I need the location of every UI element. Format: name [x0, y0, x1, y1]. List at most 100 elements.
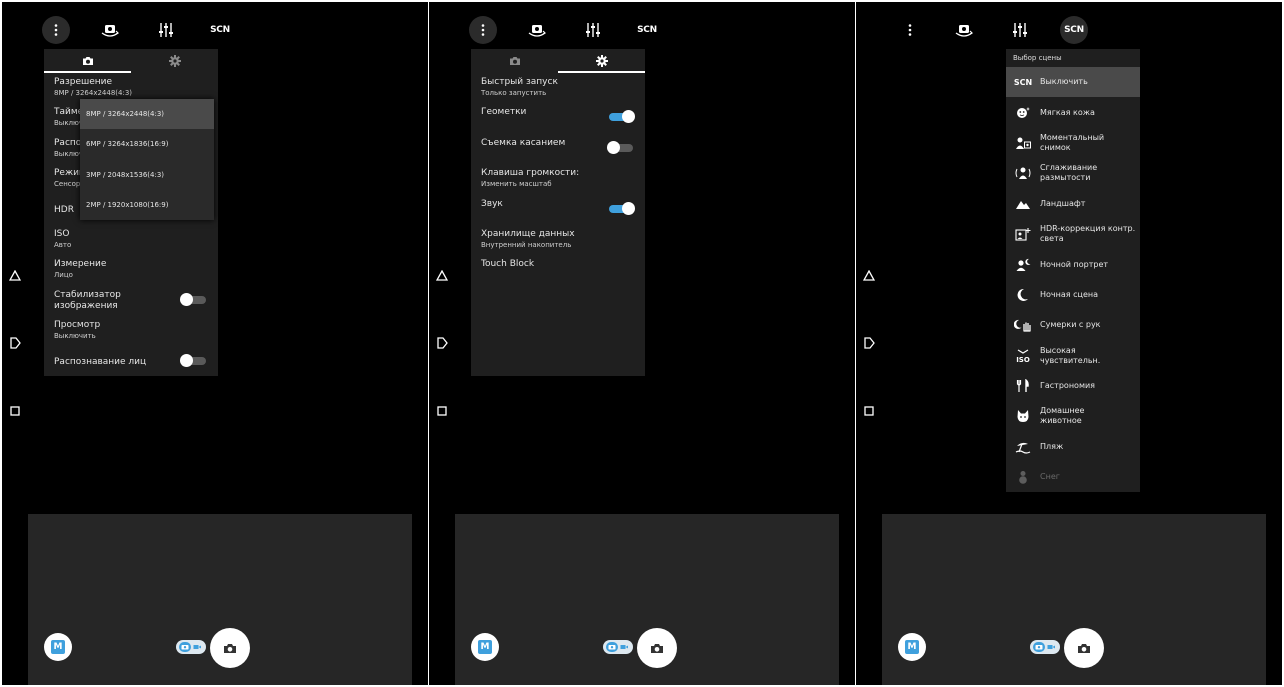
- nav-recents-button[interactable]: [8, 404, 22, 418]
- more-vertical-icon: [481, 24, 485, 36]
- sound-toggle[interactable]: [609, 201, 635, 215]
- resolution-option[interactable]: 3MP / 2048x1536(4:3): [80, 160, 214, 190]
- scene-item-handheld-twilight[interactable]: Сумерки с рук: [1006, 310, 1140, 340]
- tab-general-settings[interactable]: [558, 49, 645, 73]
- setting-metering[interactable]: Измерение Лицо: [44, 255, 218, 285]
- more-options-button[interactable]: [469, 16, 497, 44]
- camera-shutter-icon: [1078, 643, 1090, 653]
- adjust-settings-button[interactable]: [1006, 16, 1034, 44]
- tab-camera-settings[interactable]: [471, 49, 558, 73]
- resolution-option[interactable]: 2MP / 1920x1080(16:9): [80, 190, 214, 220]
- setting-preview[interactable]: Просмотр Выключить: [44, 316, 218, 346]
- camera-icon: [82, 57, 93, 65]
- bottom-controls: M: [28, 514, 412, 685]
- setting-volume-key[interactable]: Клавиша громкости: Изменить масштаб: [471, 164, 645, 194]
- scene-button[interactable]: SCN: [633, 16, 661, 44]
- manual-mode-icon: M: [478, 640, 492, 654]
- video-mode-icon: [620, 645, 628, 649]
- setting-data-storage[interactable]: Хранилище данных Внутренний накопитель: [471, 225, 645, 255]
- scene-item-pet[interactable]: Домашнее животное: [1006, 401, 1140, 431]
- tab-camera-settings[interactable]: [44, 49, 131, 73]
- high-sensitivity-icon: ISO: [1014, 347, 1032, 365]
- setting-sound[interactable]: Звук: [471, 195, 645, 225]
- setting-quick-launch[interactable]: Быстрый запуск Только запустить: [471, 73, 645, 103]
- pet-icon: [1014, 407, 1032, 425]
- photo-video-switch[interactable]: [176, 640, 206, 654]
- scene-item-gourmet[interactable]: Гастрономия: [1006, 371, 1140, 401]
- nav-back-button[interactable]: [435, 268, 449, 282]
- nav-home-button[interactable]: [862, 336, 876, 350]
- scene-button[interactable]: SCN: [1060, 16, 1088, 44]
- setting-image-stabilizer[interactable]: Стабилизатор изображения: [44, 286, 218, 316]
- setting-face-detection[interactable]: Распознавание лиц: [44, 347, 218, 377]
- resolution-dropdown: 8MP / 3264x2448(4:3) 6MP / 3264x1836(16:…: [80, 99, 214, 220]
- manual-mode-button[interactable]: M: [898, 633, 926, 661]
- adjust-settings-button[interactable]: [579, 16, 607, 44]
- night-portrait-icon: [1014, 256, 1032, 274]
- shutter-button[interactable]: [1064, 628, 1104, 668]
- scene-item-landscape[interactable]: Ландшафт: [1006, 189, 1140, 219]
- setting-touch-block[interactable]: Touch Block: [471, 255, 645, 285]
- nav-home-button[interactable]: [435, 336, 449, 350]
- top-bar: SCN: [429, 16, 855, 46]
- instant-snapshot-icon: [1014, 134, 1032, 152]
- resolution-option[interactable]: 8MP / 3264x2448(4:3): [80, 99, 214, 130]
- setting-geotags[interactable]: Геометки: [471, 103, 645, 133]
- soft-skin-icon: [1014, 104, 1032, 122]
- scene-item-high-sensitivity[interactable]: ISO Высокая чувствительн.: [1006, 341, 1140, 371]
- nav-back-button[interactable]: [862, 268, 876, 282]
- manual-mode-button[interactable]: M: [471, 633, 499, 661]
- scene-item-beach[interactable]: Пляж: [1006, 432, 1140, 462]
- geotags-toggle[interactable]: [609, 110, 635, 124]
- shutter-button[interactable]: [210, 628, 250, 668]
- scene-item-soft-skin[interactable]: Мягкая кожа: [1006, 97, 1140, 127]
- settings-tabs: [471, 49, 645, 73]
- shutter-button[interactable]: [637, 628, 677, 668]
- scene-item-off[interactable]: SCN Выключить: [1006, 67, 1140, 98]
- more-vertical-icon: [54, 24, 58, 36]
- nav-back-button[interactable]: [8, 268, 22, 282]
- more-options-button[interactable]: [896, 16, 924, 44]
- photo-video-switch[interactable]: [1030, 640, 1060, 654]
- switch-camera-button[interactable]: [96, 16, 124, 44]
- scene-item-snow[interactable]: Снег: [1006, 462, 1140, 492]
- touch-capture-toggle[interactable]: [607, 140, 633, 154]
- gear-icon: [595, 55, 608, 67]
- home-icon: [436, 337, 448, 349]
- gourmet-icon: [1014, 377, 1032, 395]
- setting-iso[interactable]: ISO Авто: [44, 225, 218, 255]
- nav-recents-button[interactable]: [435, 404, 449, 418]
- setting-touch-capture[interactable]: Съемка касанием: [471, 134, 645, 164]
- scene-item-anti-blur[interactable]: Сглаживание размытости: [1006, 158, 1140, 188]
- gear-icon: [168, 55, 181, 67]
- photo-mode-icon: [606, 642, 618, 652]
- camera-screen-settings-general: SCN Быстрый запуск Только запустить Геом…: [429, 2, 855, 685]
- svg-text:ISO: ISO: [1016, 356, 1030, 363]
- nav-recents-button[interactable]: [862, 404, 876, 418]
- switch-camera-button[interactable]: [950, 16, 978, 44]
- more-options-button[interactable]: [42, 16, 70, 44]
- manual-mode-button[interactable]: M: [44, 633, 72, 661]
- bottom-controls: M: [455, 514, 839, 685]
- scene-item-night-portrait[interactable]: Ночной портрет: [1006, 249, 1140, 279]
- tab-general-settings[interactable]: [131, 49, 218, 73]
- image-stabilizer-toggle[interactable]: [180, 292, 206, 306]
- snow-icon: [1014, 468, 1032, 486]
- scene-item-instant-snapshot[interactable]: Моментальный снимок: [1006, 128, 1140, 158]
- switch-camera-icon: [101, 25, 119, 37]
- bottom-controls: M: [882, 514, 1266, 685]
- switch-camera-button[interactable]: [523, 16, 551, 44]
- adjust-settings-button[interactable]: [152, 16, 180, 44]
- scene-button[interactable]: SCN: [206, 16, 234, 44]
- manual-mode-icon: M: [51, 640, 65, 654]
- photo-video-switch[interactable]: [603, 640, 633, 654]
- recents-square-icon: [437, 406, 447, 416]
- scene-item-night-scene[interactable]: Ночная сцена: [1006, 280, 1140, 310]
- photo-mode-icon: [179, 642, 191, 652]
- resolution-option[interactable]: 6MP / 3264x1836(16:9): [80, 129, 214, 159]
- face-detection-toggle[interactable]: [180, 353, 206, 367]
- scene-item-backlight-hdr[interactable]: HDR-коррекция контр. света: [1006, 219, 1140, 249]
- anti-blur-icon: [1014, 164, 1032, 182]
- nav-home-button[interactable]: [8, 336, 22, 350]
- scene-selection-panel: Выбор сцены SCN Выключить Мягкая кожа Мо…: [1006, 49, 1140, 492]
